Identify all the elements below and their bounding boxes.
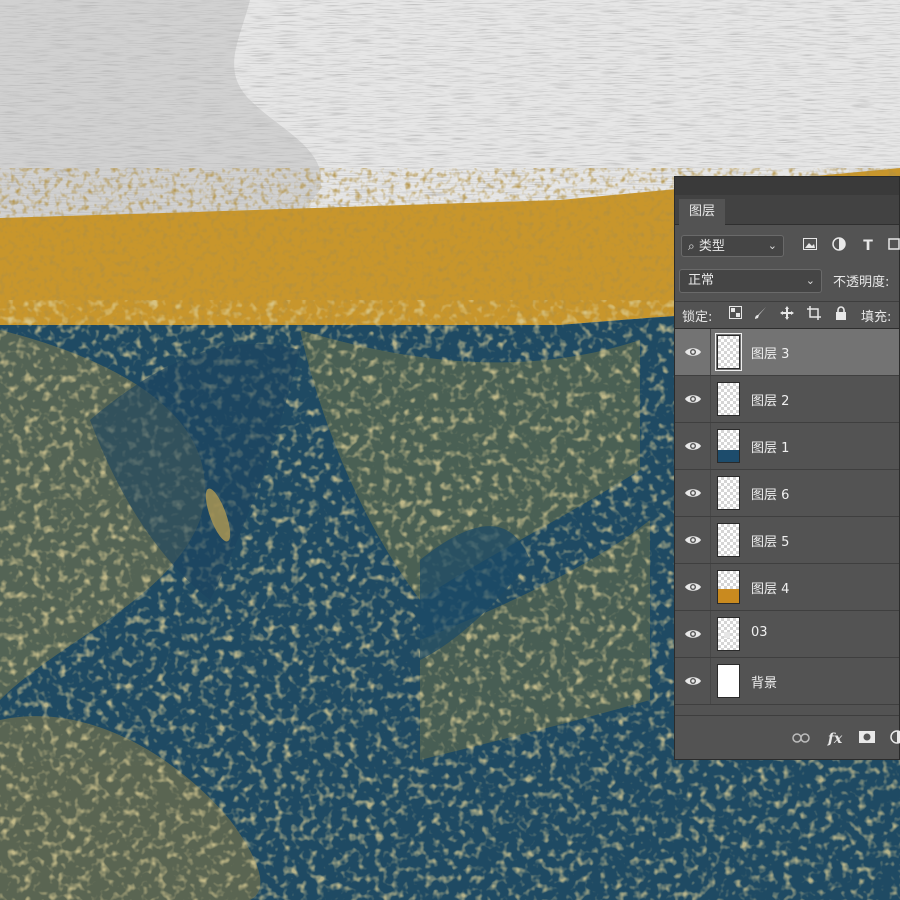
panel-footer: fx: [675, 715, 900, 759]
lock-image-icon[interactable]: [753, 306, 769, 322]
lock-transparent-icon[interactable]: [727, 306, 743, 322]
layer-thumbnail[interactable]: [715, 333, 742, 371]
filter-type-label: 类型: [698, 239, 725, 254]
layer-row[interactable]: 图层 5: [675, 517, 899, 564]
blend-mode-dropdown[interactable]: 正常 ⌄: [679, 269, 822, 293]
layer-row[interactable]: 图层 1: [675, 423, 899, 470]
layers-panel: 图层 ⌕ 类型 ⌄ T 正常 ⌄ 不透明度: 锁定: 填充: 图层 3 图层 2…: [674, 176, 900, 760]
layer-thumbnail[interactable]: [717, 570, 740, 604]
layer-row[interactable]: 图层 6: [675, 470, 899, 517]
lock-all-icon[interactable]: [833, 306, 849, 322]
layer-row[interactable]: 03: [675, 611, 899, 658]
tab-layers[interactable]: 图层: [679, 199, 725, 225]
visibility-eye-icon[interactable]: [684, 438, 702, 454]
layer-name[interactable]: 图层 6: [751, 484, 789, 503]
layer-row[interactable]: 背景: [675, 658, 899, 705]
layer-name[interactable]: 背景: [751, 672, 777, 691]
layer-name[interactable]: 图层 2: [751, 390, 789, 409]
visibility-eye-icon[interactable]: [684, 673, 702, 689]
visibility-eye-icon[interactable]: [684, 344, 702, 360]
adjustment-filter-icon[interactable]: [830, 237, 848, 255]
chevron-down-icon: ⌄: [767, 239, 777, 252]
layer-name[interactable]: 图层 5: [751, 531, 789, 550]
layer-thumbnail[interactable]: [717, 429, 740, 463]
image-filter-icon[interactable]: [801, 237, 819, 255]
layer-row[interactable]: 图层 3: [675, 329, 899, 376]
divider: [710, 611, 711, 657]
layer-name[interactable]: 图层 4: [751, 578, 789, 597]
blend-mode-value: 正常: [688, 273, 715, 288]
visibility-eye-icon[interactable]: [684, 485, 702, 501]
lock-row: 锁定: 填充:: [675, 301, 899, 329]
visibility-eye-icon[interactable]: [684, 626, 702, 642]
layer-thumbnail[interactable]: [717, 523, 740, 557]
divider: [710, 517, 711, 563]
layer-thumbnail[interactable]: [717, 382, 740, 416]
layer-thumbnail[interactable]: [717, 617, 740, 651]
fx-icon[interactable]: fx: [825, 730, 845, 748]
visibility-eye-icon[interactable]: [684, 391, 702, 407]
fill-label: 填充:: [861, 310, 892, 325]
shape-filter-icon[interactable]: [885, 237, 900, 255]
blend-mode-row: 正常 ⌄ 不透明度:: [675, 267, 899, 297]
panel-tab-bar: 图层: [675, 195, 899, 225]
divider: [710, 564, 711, 610]
visibility-eye-icon[interactable]: [684, 579, 702, 595]
layer-thumbnail[interactable]: [717, 664, 740, 698]
layer-list: 图层 3 图层 2 图层 1 图层 6 图层 5 图层 4 03 背景: [675, 329, 899, 714]
divider: [710, 658, 711, 704]
link-layers-icon[interactable]: [791, 730, 811, 748]
divider: [710, 376, 711, 422]
search-icon: ⌕: [688, 239, 695, 253]
layer-name[interactable]: 03: [751, 625, 768, 640]
type-filter-icon[interactable]: T: [859, 237, 877, 255]
layer-row[interactable]: 图层 4: [675, 564, 899, 611]
layer-thumbnail[interactable]: [717, 476, 740, 510]
chevron-down-icon: ⌄: [805, 274, 815, 287]
layer-row[interactable]: 图层 2: [675, 376, 899, 423]
divider: [710, 329, 711, 375]
panel-title-bar[interactable]: [675, 177, 899, 195]
lock-label: 锁定:: [682, 310, 713, 325]
layer-name[interactable]: 图层 1: [751, 437, 789, 456]
layer-mask-icon[interactable]: [857, 730, 877, 748]
adjustment-layer-icon[interactable]: [887, 730, 900, 748]
divider: [710, 470, 711, 516]
divider: [710, 423, 711, 469]
layer-name[interactable]: 图层 3: [751, 343, 789, 362]
lock-artboard-icon[interactable]: [806, 306, 822, 322]
opacity-label: 不透明度:: [833, 275, 890, 290]
lock-position-icon[interactable]: [779, 306, 795, 322]
layer-filter-row: ⌕ 类型 ⌄ T: [675, 231, 900, 261]
layer-filter-dropdown[interactable]: ⌕ 类型 ⌄: [681, 235, 784, 257]
visibility-eye-icon[interactable]: [684, 532, 702, 548]
